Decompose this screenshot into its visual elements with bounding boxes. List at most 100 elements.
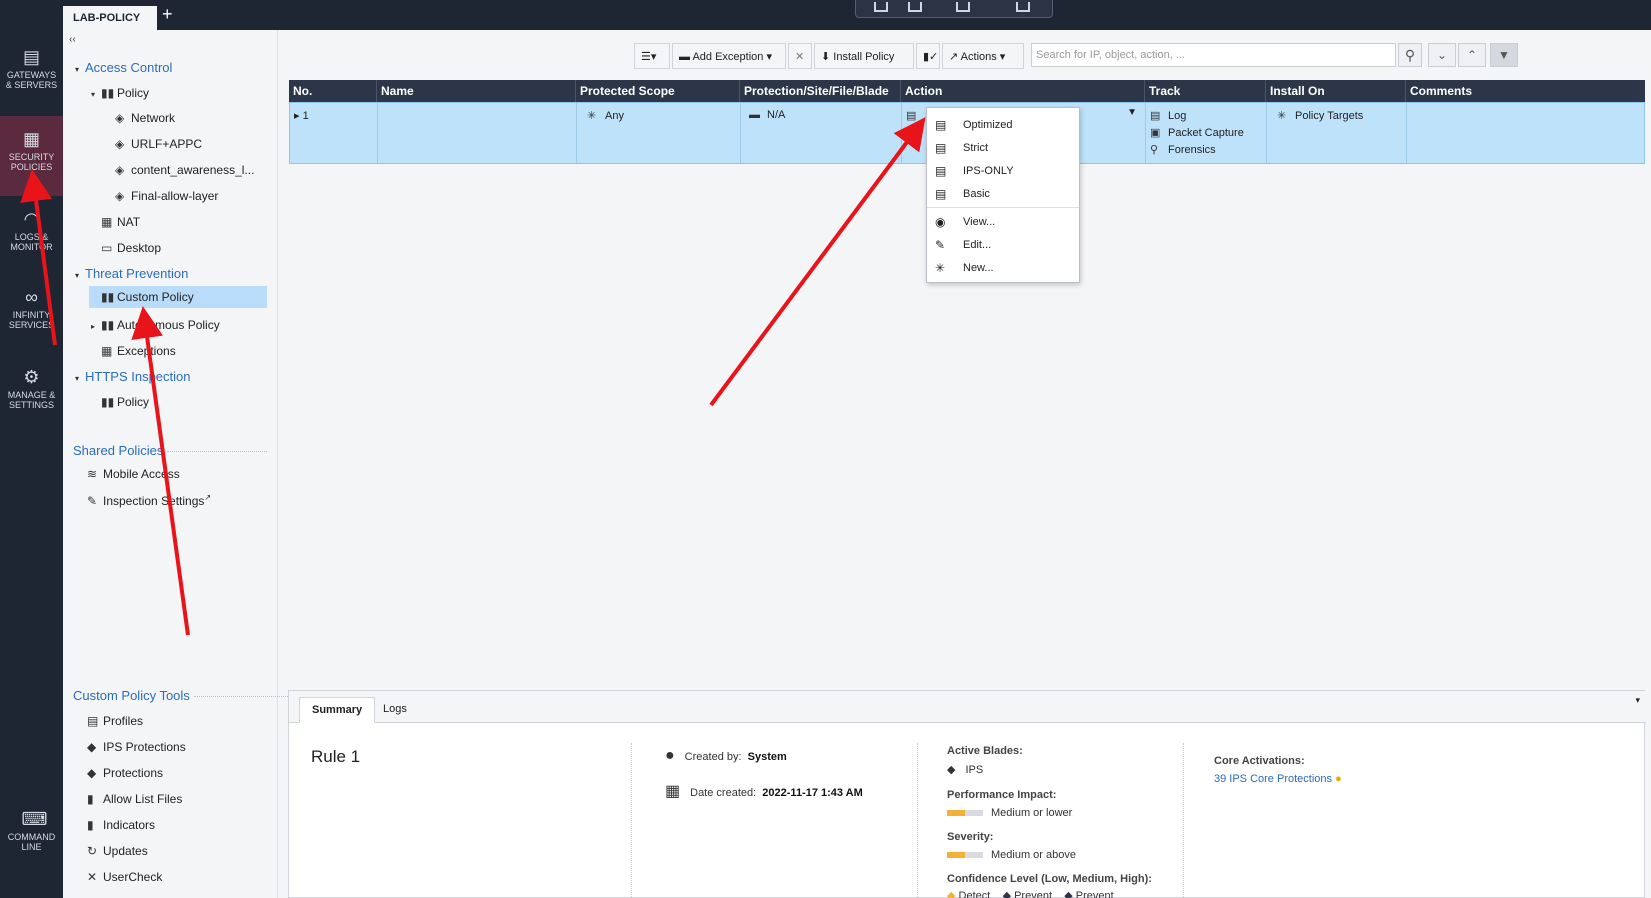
tree-inspection-settings[interactable]: ✎ Inspection Settings↗ (87, 493, 211, 508)
calendar-icon: ▦ (665, 783, 681, 800)
search-button[interactable]: ⚲ (1398, 43, 1422, 67)
cell-name[interactable] (378, 103, 577, 163)
tree-desktop[interactable]: ▭ Desktop (101, 241, 161, 255)
infinity-icon: ∞ (25, 287, 38, 307)
tree-autonomous-policy[interactable]: ▸ ▮▮ Autonomous Policy (91, 318, 220, 332)
tree-final-allow-layer[interactable]: ◈ Final-allow-layer (115, 189, 218, 203)
next-match-button[interactable]: ⌄ (1428, 43, 1456, 67)
tree-threat-prevention[interactable]: ▾ Threat Prevention (75, 266, 188, 281)
tab-logs[interactable]: Logs (371, 697, 419, 723)
tree-nat[interactable]: ▦ NAT (101, 215, 140, 229)
menu-item-optimized[interactable]: ▤ Optimized (927, 114, 1079, 136)
dropdown-arrow-icon[interactable]: ▼ (1127, 107, 1137, 118)
expand-arrow-icon[interactable]: ▸ (294, 110, 303, 122)
menu-item-strict[interactable]: ▤ Strict (927, 137, 1079, 159)
tree-access-control[interactable]: ▾ Access Control (75, 60, 172, 75)
core-protections-link[interactable]: 39 IPS Core Protections ● (1214, 773, 1342, 785)
nav-infinity-services[interactable]: ∞ INFINITY SERVICES (0, 288, 63, 348)
collapse-arrow-icon[interactable]: ▾ (75, 374, 85, 383)
profile-icon: ▤ (935, 118, 947, 132)
collapse-arrow-icon[interactable]: ▾ (75, 271, 85, 280)
menu-item-basic[interactable]: ▤ Basic (927, 183, 1079, 205)
col-header-install-on[interactable]: Install On (1266, 80, 1406, 102)
col-header-protected-scope[interactable]: Protected Scope (576, 80, 740, 102)
tree-network[interactable]: ◈ Network (115, 111, 175, 125)
search-input[interactable]: Search for IP, object, action, ... (1031, 43, 1396, 67)
policy-icon: ▮▮ (101, 290, 115, 304)
nav-command-line[interactable]: ⌨ COMMAND LINE (0, 810, 63, 870)
tool-usercheck[interactable]: ✕ UserCheck (87, 870, 162, 884)
cell-track[interactable]: ▤ Log ▣ Packet Capture ⚲ Forensics (1146, 103, 1267, 163)
col-header-comments[interactable]: Comments (1406, 80, 1645, 102)
cell-no[interactable]: ▸ 1 (290, 103, 378, 163)
cell-protected-scope[interactable]: ✳ Any (577, 103, 741, 163)
eye-icon: ◉ (935, 215, 946, 229)
title-bar: LAB-POLICY + (0, 0, 1651, 30)
col-header-track[interactable]: Track (1145, 80, 1266, 102)
tree-urlf-appc[interactable]: ◈ URLF+APPC (115, 137, 202, 151)
chevron-down-icon: ⌄ (1436, 48, 1448, 62)
tool-updates[interactable]: ↻ Updates (87, 844, 148, 858)
add-exception-button[interactable]: ▬ Add Exception ▾ (672, 43, 786, 69)
col-header-action[interactable]: Action (901, 80, 1145, 102)
cell-install-on[interactable]: ✳ Policy Targets (1267, 103, 1407, 163)
menu-item-ips-only[interactable]: ▤ IPS-ONLY (927, 160, 1079, 182)
menu-item-edit[interactable]: ✎ Edit... (927, 234, 1079, 256)
filter-button[interactable]: ▼ (1490, 43, 1518, 67)
tool-indicators[interactable]: ▮ Indicators (87, 818, 155, 832)
tree-https-inspection[interactable]: ▾ HTTPS Inspection (75, 369, 191, 384)
cell-protection[interactable]: ▬ N/A (741, 103, 902, 163)
external-link-icon: ↗ (204, 493, 212, 502)
nav-logs-monitor[interactable]: ◠ LOGS & MONITOR (0, 210, 63, 270)
view-icon[interactable] (908, 2, 922, 12)
nav-gateways-servers[interactable]: ▤ GATEWAYS & SERVERS (0, 48, 63, 108)
col-header-no[interactable]: No. (289, 80, 377, 102)
previous-match-button[interactable]: ⌃ (1458, 43, 1486, 67)
actions-button[interactable]: ↗ Actions ▾ (942, 43, 1024, 69)
gear-icon: ⚙ (23, 367, 40, 387)
collapse-panel-icon[interactable]: ▾ (1635, 695, 1640, 706)
tool-profiles[interactable]: ▤ Profiles (87, 714, 143, 728)
nav-security-policies[interactable]: ▦ SECURITY POLICIES (0, 116, 63, 196)
collapse-panel-button[interactable]: ‹‹ (69, 34, 76, 45)
file-check-icon: ▮ (87, 792, 94, 806)
chevron-up-icon: ⌃ (1466, 48, 1478, 62)
minus-icon: ▬ (749, 109, 760, 121)
gauge-icon: ◠ (23, 209, 40, 229)
expand-arrow-icon[interactable]: ▸ (91, 322, 101, 331)
view-icon[interactable] (956, 2, 970, 12)
tool-allow-list-files[interactable]: ▮ Allow List Files (87, 792, 182, 806)
menu-item-view[interactable]: ◉ View... (927, 211, 1079, 233)
tree-mobile-access[interactable]: ≋ Mobile Access (87, 467, 180, 481)
collapse-arrow-icon[interactable]: ▾ (75, 65, 85, 74)
wrench-icon: ✎ (87, 494, 98, 508)
tab-lab-policy[interactable]: LAB-POLICY (63, 6, 157, 30)
nav-manage-settings[interactable]: ⚙ MANAGE & SETTINGS (0, 368, 63, 428)
tool-protections[interactable]: ◆ Protections (87, 766, 163, 780)
tree-content-awareness[interactable]: ◈ content_awareness_l... (115, 163, 254, 177)
collapse-arrow-icon[interactable]: ▾ (91, 90, 101, 99)
tab-summary[interactable]: Summary (299, 697, 376, 723)
tree-https-policy[interactable]: ▮▮ Policy (101, 395, 149, 409)
install-icon: ⬇ (821, 51, 834, 63)
add-rule-menu-button[interactable]: ☰▾ (634, 43, 670, 69)
view-switcher[interactable] (855, 0, 1053, 18)
menu-item-new[interactable]: ✳ New... (927, 257, 1079, 279)
confidence-level-label: Confidence Level (Low, Medium, High): (947, 873, 1152, 885)
profile-icon: ▤ (906, 110, 917, 122)
view-icon[interactable] (1016, 2, 1030, 12)
cell-comments[interactable] (1407, 103, 1644, 163)
install-policy-button[interactable]: ⬇ Install Policy (814, 43, 914, 69)
delete-button[interactable]: ✕ (788, 43, 812, 69)
tool-ips-protections[interactable]: ◆ IPS Protections (87, 740, 186, 754)
add-tab-button[interactable]: + (162, 4, 173, 24)
view-icon[interactable] (874, 2, 888, 12)
verify-policy-button[interactable]: ▮✓ (916, 43, 940, 69)
tree-custom-policy[interactable]: ▮▮ Custom Policy (89, 286, 267, 308)
divider (1183, 743, 1184, 898)
col-header-protection[interactable]: Protection/Site/File/Blade (740, 80, 901, 102)
tree-policy[interactable]: ▾ ▮▮ Policy (91, 86, 149, 100)
col-header-name[interactable]: Name (377, 80, 576, 102)
tree-exceptions[interactable]: ▦ Exceptions (101, 344, 176, 358)
policy-icon: ▮▮ (101, 86, 115, 100)
